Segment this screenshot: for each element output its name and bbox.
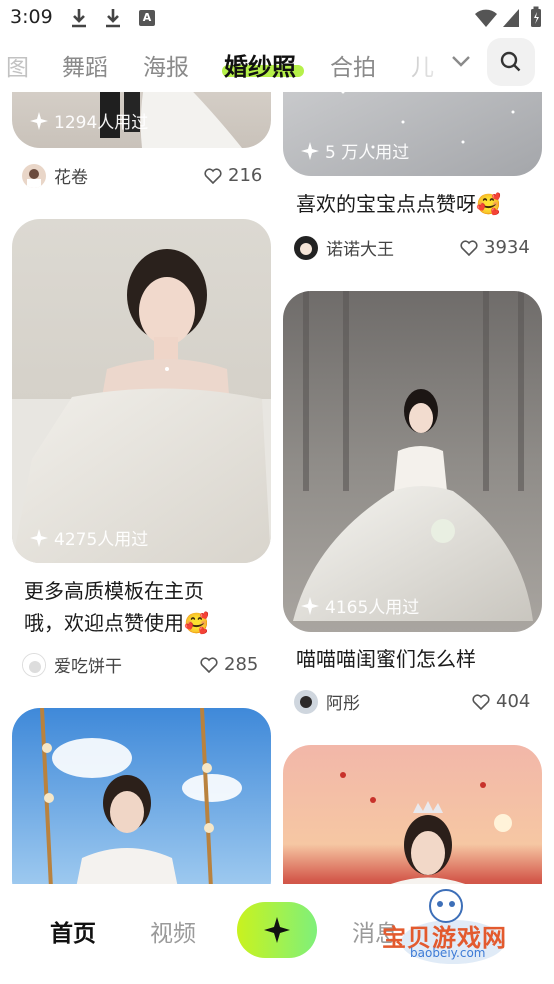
card-title[interactable]: 喜欢的宝宝点点赞呀🥰 (296, 188, 546, 220)
like-count: 216 (228, 165, 263, 186)
usage-count-text: 4275人用过 (54, 530, 149, 550)
author-name: 诺诺大王 (326, 240, 394, 260)
wedding-photo-image (283, 745, 542, 884)
like-count: 285 (224, 654, 259, 675)
card-title[interactable]: 喵喵喵闺蜜们怎么样 (296, 643, 546, 675)
nav-video[interactable]: 视频 (150, 914, 196, 948)
usage-count-text: 1294人用过 (54, 113, 149, 133)
usage-count: 4165人用过 (301, 593, 419, 618)
template-feed: 1294人用过 花卷 216 4275人用过 更多高质模板在主页 哦，欢迎点赞使… (0, 92, 554, 884)
like-button[interactable]: 285 (200, 654, 258, 675)
like-button[interactable]: 3934 (460, 237, 530, 258)
like-button[interactable]: 404 (472, 691, 530, 712)
author-row[interactable]: 爱吃饼干 (22, 652, 122, 677)
like-count: 404 (496, 691, 531, 712)
template-card-image[interactable] (283, 745, 542, 884)
tab-wedding-photo[interactable]: 婚纱照 (224, 47, 296, 82)
avatar (22, 652, 46, 677)
avatar (294, 689, 318, 714)
heart-icon (472, 693, 490, 710)
sparkle-icon (30, 528, 48, 547)
status-bar: 3:09 A (0, 0, 554, 36)
author-name: 爱吃饼干 (54, 657, 122, 677)
like-count: 3934 (484, 237, 530, 258)
wedding-photo-image (283, 92, 542, 176)
tab-poster[interactable]: 海报 (143, 48, 189, 82)
battery-icon (531, 6, 541, 27)
usage-count: 4275人用过 (30, 525, 148, 550)
template-card-image[interactable]: 4165人用过 (283, 291, 542, 632)
author-row[interactable]: 诺诺大王 (294, 235, 394, 260)
template-card-image[interactable]: 4275人用过 (12, 219, 271, 563)
wedding-photo-image (283, 291, 542, 632)
tab-partial[interactable]: 图 (6, 48, 29, 82)
template-card-image[interactable]: 5 万人用过 (283, 92, 542, 176)
avatar (22, 163, 46, 188)
wifi-icon (475, 9, 497, 27)
sparkle-icon (301, 141, 319, 160)
card-title-line: 更多高质模板在主页 (24, 579, 204, 603)
download-icon (72, 9, 86, 28)
avatar (294, 235, 318, 260)
watermark-url: baobeiy.com (410, 946, 486, 960)
card-title-line: 哦，欢迎点赞使用🥰 (24, 611, 209, 635)
author-row[interactable]: 花卷 (22, 163, 88, 188)
card-title[interactable]: 更多高质模板在主页 哦，欢迎点赞使用🥰 (24, 575, 264, 639)
tab-dance[interactable]: 舞蹈 (62, 48, 108, 82)
signal-icon (503, 9, 519, 27)
heart-icon (460, 239, 478, 256)
heart-icon (200, 656, 218, 673)
template-card-image[interactable] (12, 708, 271, 884)
sparkle-icon (264, 917, 290, 943)
sparkle-icon (301, 596, 319, 615)
wedding-photo-image (12, 219, 271, 563)
download-icon (106, 9, 120, 28)
search-icon (500, 51, 521, 72)
bottom-navigation: 首页 视频 消息 宝贝游戏网 baobeiy.com (0, 884, 554, 984)
sparkle-icon (30, 111, 48, 130)
usage-count-text: 4165人用过 (325, 598, 420, 618)
wedding-photo-image (12, 708, 271, 884)
usage-count: 5 万人用过 (301, 138, 409, 163)
status-time: 3:09 (10, 6, 53, 28)
category-tabs: 图 舞蹈 海报 婚纱照 合拍 儿 (0, 36, 554, 92)
author-name: 阿彤 (326, 694, 360, 714)
template-card-image[interactable]: 1294人用过 (12, 92, 271, 148)
chevron-down-icon[interactable] (450, 50, 472, 72)
author-name: 花卷 (54, 168, 88, 188)
author-row[interactable]: 阿彤 (294, 689, 360, 714)
like-button[interactable]: 216 (204, 165, 262, 186)
search-button[interactable] (487, 38, 535, 86)
create-button[interactable] (237, 902, 317, 958)
heart-icon (204, 167, 222, 184)
app-notification-icon: A (139, 10, 155, 26)
tab-duet[interactable]: 合拍 (330, 48, 376, 82)
usage-count: 1294人用过 (30, 108, 148, 133)
nav-home[interactable]: 首页 (50, 914, 96, 948)
usage-count-text: 5 万人用过 (325, 143, 410, 163)
